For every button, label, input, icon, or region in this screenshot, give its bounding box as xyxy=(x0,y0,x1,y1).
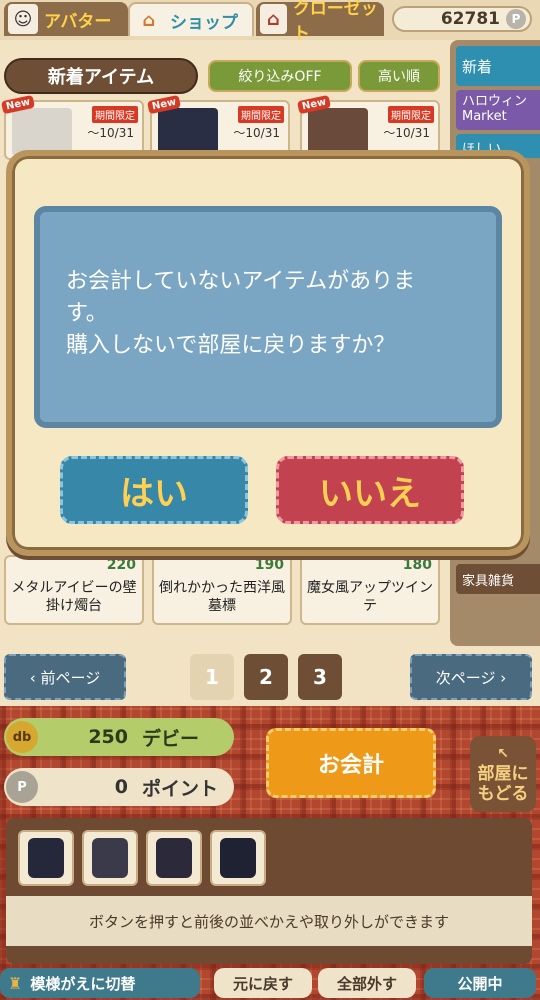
dialog-message-line: お会計していないアイテムがありま xyxy=(66,269,416,294)
dialog-message-line: 購入しないで部屋に戻りますか？ xyxy=(66,333,396,358)
dialog-message-line: す。 xyxy=(66,301,108,326)
yes-button[interactable]: はい xyxy=(60,456,248,524)
no-button[interactable]: いいえ xyxy=(276,456,464,524)
dialog-message: お会計していないアイテムがありま す。 購入しないで部屋に戻りますか？ xyxy=(34,206,502,428)
